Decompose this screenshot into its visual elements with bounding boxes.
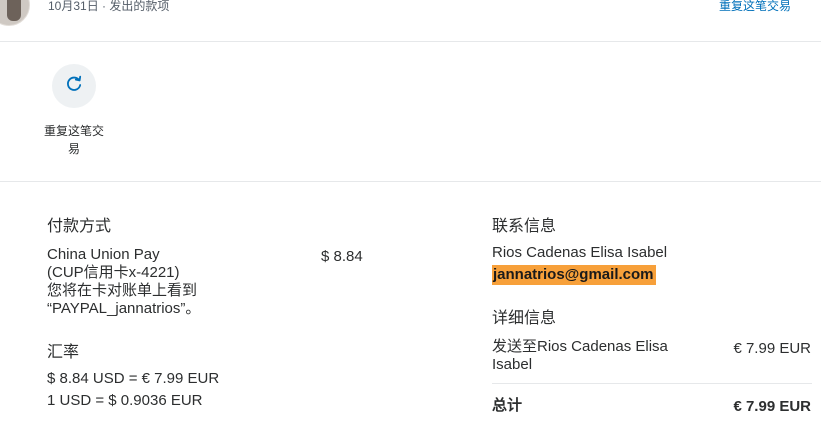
payment-amount: $ 8.84	[321, 248, 363, 265]
contact-info-title: 联系信息	[492, 218, 557, 235]
payment-method-line3: 您将在卡对账单上看到	[47, 282, 198, 299]
repeat-transaction-action[interactable]: 重复这笔交易	[40, 64, 108, 158]
payment-method-line4: “PAYPAL_jannatrios”。	[47, 300, 201, 317]
repeat-button[interactable]	[52, 64, 96, 108]
payment-method-title: 付款方式	[47, 218, 112, 235]
refresh-icon	[65, 75, 83, 98]
exchange-rate-line1: $ 8.84 USD = € 7.99 EUR	[47, 370, 220, 387]
contact-name: Rios Cadenas Elisa Isabel	[492, 244, 668, 261]
exchange-rate-line2: 1 USD = $ 0.9036 EUR	[47, 392, 203, 409]
sent-to-line1: 发送至Rios Cadenas Elisa	[492, 338, 668, 355]
transaction-date: 10月31日 · 发出的款项	[48, 0, 170, 13]
payment-method-line1: China Union Pay	[47, 246, 160, 263]
repeat-transaction-link[interactable]: 重复这笔交易	[719, 0, 791, 14]
contact-email: jannatrios@gmail.com	[492, 265, 656, 285]
header-divider	[0, 41, 821, 42]
exchange-rate-title: 汇率	[47, 344, 80, 361]
avatar	[0, 0, 30, 26]
total-amount: € 7.99 EUR	[733, 398, 811, 415]
repeat-label: 重复这笔交易	[43, 124, 104, 156]
details-title: 详细信息	[492, 310, 557, 327]
sent-to-line2: Isabel	[492, 356, 533, 373]
total-label: 总计	[492, 397, 523, 414]
total-divider	[492, 383, 812, 384]
sent-amount: € 7.99 EUR	[733, 340, 811, 357]
payment-method-line2: (CUP信用卡x-4221)	[47, 264, 180, 281]
section-divider	[0, 181, 821, 182]
